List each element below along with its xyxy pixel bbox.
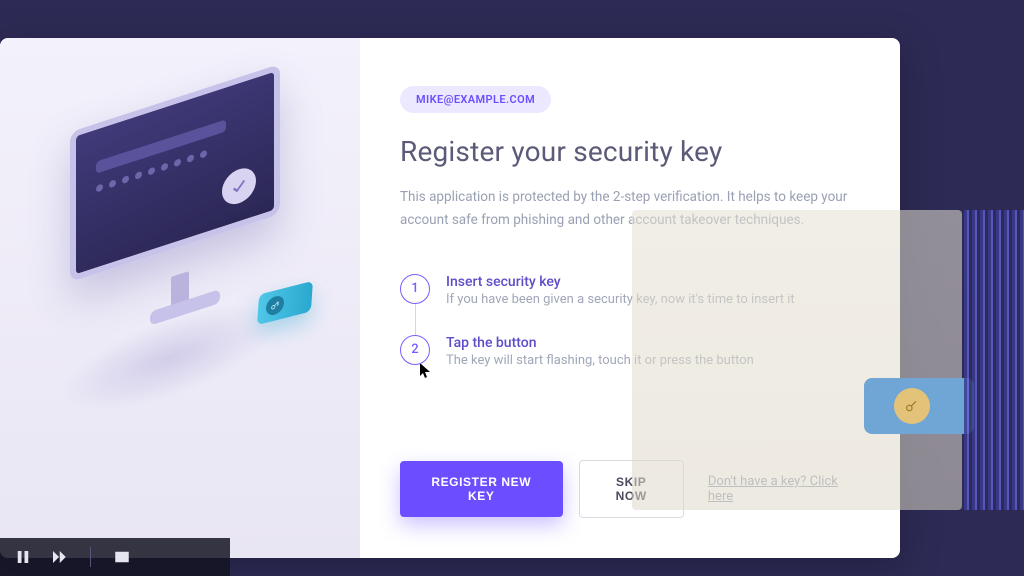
step-number: 2 — [400, 335, 430, 365]
step-desc: The key will start flashing, touch it or… — [446, 353, 754, 368]
content-pane: MIKE@EXAMPLE.COM Register your security … — [360, 38, 900, 558]
step-desc: If you have been given a security key, n… — [446, 292, 795, 307]
register-key-button[interactable]: REGISTER NEW KEY — [400, 461, 563, 517]
security-key-modal: MIKE@EXAMPLE.COM Register your security … — [0, 38, 900, 558]
key-icon — [265, 294, 284, 317]
page-title: Register your security key — [400, 135, 852, 168]
step-number: 1 — [400, 274, 430, 304]
step-item: 1 Insert security key If you have been g… — [400, 274, 852, 307]
illustration-pane — [0, 38, 360, 558]
email-chip: MIKE@EXAMPLE.COM — [400, 86, 551, 113]
step-title: Insert security key — [446, 274, 795, 290]
check-icon — [222, 164, 256, 209]
no-key-help-link[interactable]: Don't have a key? Click here — [708, 474, 852, 504]
skip-button[interactable]: SKIP NOW — [579, 460, 684, 518]
monitor-illustration — [70, 64, 280, 282]
security-key-illustration — [257, 281, 313, 325]
steps-list: 1 Insert security key If you have been g… — [400, 274, 852, 368]
step-title: Tap the button — [446, 335, 754, 351]
page-description: This application is protected by the 2-s… — [400, 186, 852, 232]
video-player-controls — [0, 538, 230, 576]
pause-icon[interactable] — [14, 548, 32, 566]
fullscreen-icon[interactable] — [113, 548, 131, 566]
glitch-artifact — [964, 210, 1024, 510]
action-row: REGISTER NEW KEY SKIP NOW Don't have a k… — [400, 460, 852, 518]
next-icon[interactable] — [50, 548, 68, 566]
step-item: 2 Tap the button The key will start flas… — [400, 335, 852, 368]
